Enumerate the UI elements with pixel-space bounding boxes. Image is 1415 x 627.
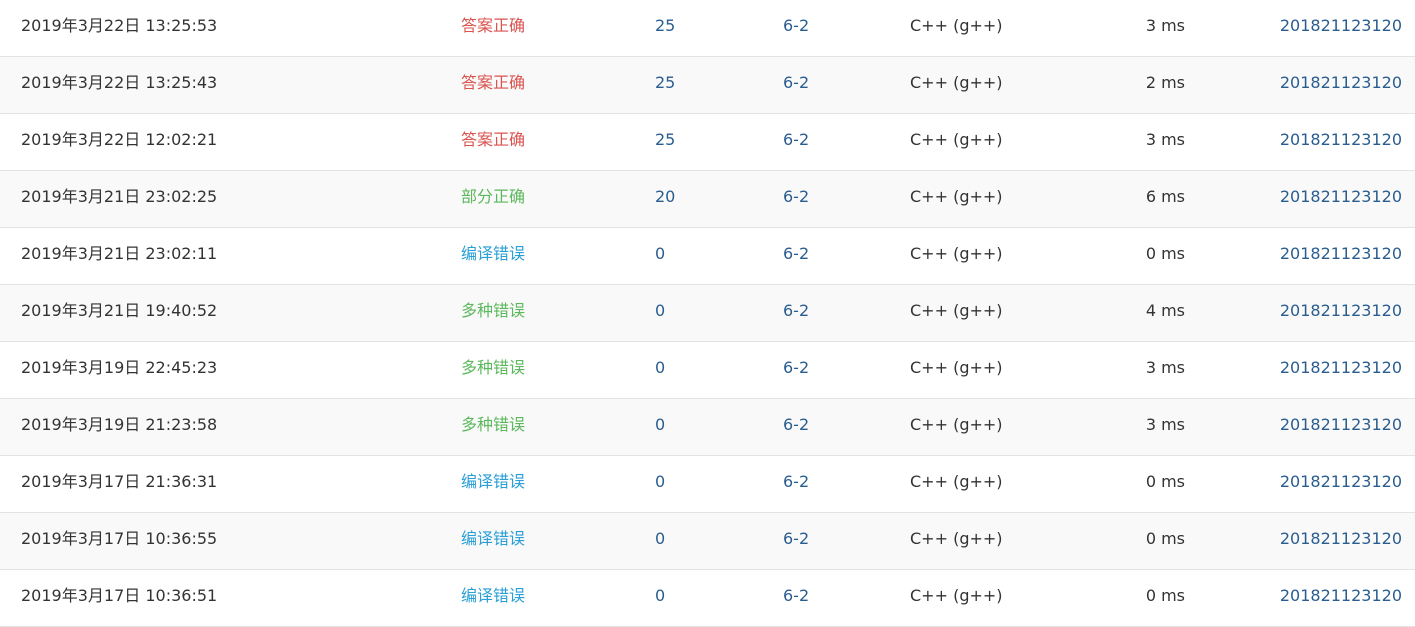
status-link[interactable]: 多种错误 (461, 342, 525, 398)
submit-time: 2019年3月22日 13:25:43 (21, 73, 218, 92)
runtime-value: 3 ms (1145, 130, 1185, 149)
submit-time: 2019年3月21日 23:02:25 (21, 187, 218, 206)
table-row: 2019年3月22日 13:25:53 答案正确 25 6-2 C++ (g++) 3 m… (0, 0, 1415, 57)
table-row: 2019年3月21日 23:02:11 编译错误 0 6-2 C++ (g++) 0 ms… (0, 228, 1415, 285)
submit-time: 2019年3月21日 19:40:52 (21, 301, 218, 320)
runtime-value: 2 ms (1145, 73, 1185, 92)
user-link[interactable]: 201821123120 (1280, 570, 1402, 626)
score-link[interactable]: 0 (655, 456, 665, 512)
table-row: 2019年3月19日 21:23:58 多种错误 0 6-2 C++ (g++) 3 ms… (0, 399, 1415, 456)
table-row: 2019年3月17日 10:36:51 编译错误 0 6-2 C++ (g++) 0 ms… (0, 570, 1415, 627)
compiler-label: C++ (g++) (910, 301, 1003, 320)
runtime-value: 4 ms (1145, 301, 1185, 320)
user-link[interactable]: 201821123120 (1280, 456, 1402, 512)
score-link[interactable]: 0 (655, 342, 665, 398)
problem-link[interactable]: 6-2 (783, 570, 809, 626)
runtime-value: 3 ms (1145, 358, 1185, 377)
table-row: 2019年3月17日 10:36:55 编译错误 0 6-2 C++ (g++) 0 ms… (0, 513, 1415, 570)
compiler-label: C++ (g++) (910, 16, 1003, 35)
problem-link[interactable]: 6-2 (783, 456, 809, 512)
runtime-value: 0 ms (1145, 472, 1185, 491)
user-link[interactable]: 201821123120 (1280, 513, 1402, 569)
score-link[interactable]: 0 (655, 513, 665, 569)
runtime-value: 3 ms (1145, 16, 1185, 35)
submit-time: 2019年3月19日 21:23:58 (21, 415, 218, 434)
score-link[interactable]: 0 (655, 228, 665, 284)
status-link[interactable]: 答案正确 (461, 114, 525, 170)
user-link[interactable]: 201821123120 (1280, 342, 1402, 398)
status-link[interactable]: 编译错误 (461, 570, 525, 626)
compiler-label: C++ (g++) (910, 130, 1003, 149)
submit-time: 2019年3月17日 21:36:31 (21, 472, 218, 491)
table-row: 2019年3月19日 22:45:23 多种错误 0 6-2 C++ (g++) 3 ms… (0, 342, 1415, 399)
user-link[interactable]: 201821123120 (1280, 57, 1402, 113)
problem-link[interactable]: 6-2 (783, 285, 809, 341)
runtime-value: 0 ms (1145, 529, 1185, 548)
submit-time: 2019年3月17日 10:36:51 (21, 586, 218, 605)
table-row: 2019年3月21日 19:40:52 多种错误 0 6-2 C++ (g++) 4 ms… (0, 285, 1415, 342)
runtime-value: 0 ms (1145, 586, 1185, 605)
status-link[interactable]: 部分正确 (461, 171, 525, 227)
score-link[interactable]: 0 (655, 285, 665, 341)
table-row: 2019年3月21日 23:02:25 部分正确 20 6-2 C++ (g++) 6 m… (0, 171, 1415, 228)
status-link[interactable]: 多种错误 (461, 399, 525, 455)
submit-time: 2019年3月22日 13:25:53 (21, 16, 218, 35)
status-link[interactable]: 多种错误 (461, 285, 525, 341)
user-link[interactable]: 201821123120 (1280, 114, 1402, 170)
problem-link[interactable]: 6-2 (783, 228, 809, 284)
compiler-label: C++ (g++) (910, 586, 1003, 605)
problem-link[interactable]: 6-2 (783, 342, 809, 398)
runtime-value: 3 ms (1145, 415, 1185, 434)
status-link[interactable]: 答案正确 (461, 57, 525, 113)
table-row: 2019年3月22日 12:02:21 答案正确 25 6-2 C++ (g++) 3 m… (0, 114, 1415, 171)
user-link[interactable]: 201821123120 (1280, 0, 1402, 56)
score-link[interactable]: 25 (655, 114, 675, 170)
status-link[interactable]: 编译错误 (461, 228, 525, 284)
table-row: 2019年3月17日 21:36:31 编译错误 0 6-2 C++ (g++) 0 ms… (0, 456, 1415, 513)
problem-link[interactable]: 6-2 (783, 57, 809, 113)
status-link[interactable]: 编译错误 (461, 513, 525, 569)
runtime-value: 0 ms (1145, 244, 1185, 263)
submit-time: 2019年3月21日 23:02:11 (21, 244, 218, 263)
score-link[interactable]: 25 (655, 0, 675, 56)
compiler-label: C++ (g++) (910, 244, 1003, 263)
user-link[interactable]: 201821123120 (1280, 228, 1402, 284)
problem-link[interactable]: 6-2 (783, 513, 809, 569)
compiler-label: C++ (g++) (910, 358, 1003, 377)
submit-time: 2019年3月19日 22:45:23 (21, 358, 218, 377)
compiler-label: C++ (g++) (910, 73, 1003, 92)
compiler-label: C++ (g++) (910, 415, 1003, 434)
compiler-label: C++ (g++) (910, 472, 1003, 491)
compiler-label: C++ (g++) (910, 187, 1003, 206)
user-link[interactable]: 201821123120 (1280, 171, 1402, 227)
submission-table: 2019年3月22日 13:25:53 答案正确 25 6-2 C++ (g++) 3 m… (0, 0, 1415, 627)
submit-time: 2019年3月22日 12:02:21 (21, 130, 218, 149)
runtime-value: 6 ms (1145, 187, 1185, 206)
status-link[interactable]: 答案正确 (461, 0, 525, 56)
problem-link[interactable]: 6-2 (783, 0, 809, 56)
compiler-label: C++ (g++) (910, 529, 1003, 548)
problem-link[interactable]: 6-2 (783, 399, 809, 455)
table-row: 2019年3月22日 13:25:43 答案正确 25 6-2 C++ (g++) 2 m… (0, 57, 1415, 114)
user-link[interactable]: 201821123120 (1280, 285, 1402, 341)
score-link[interactable]: 0 (655, 570, 665, 626)
score-link[interactable]: 20 (655, 171, 675, 227)
submit-time: 2019年3月17日 10:36:55 (21, 529, 218, 548)
status-link[interactable]: 编译错误 (461, 456, 525, 512)
user-link[interactable]: 201821123120 (1280, 399, 1402, 455)
problem-link[interactable]: 6-2 (783, 114, 809, 170)
problem-link[interactable]: 6-2 (783, 171, 809, 227)
score-link[interactable]: 0 (655, 399, 665, 455)
score-link[interactable]: 25 (655, 57, 675, 113)
